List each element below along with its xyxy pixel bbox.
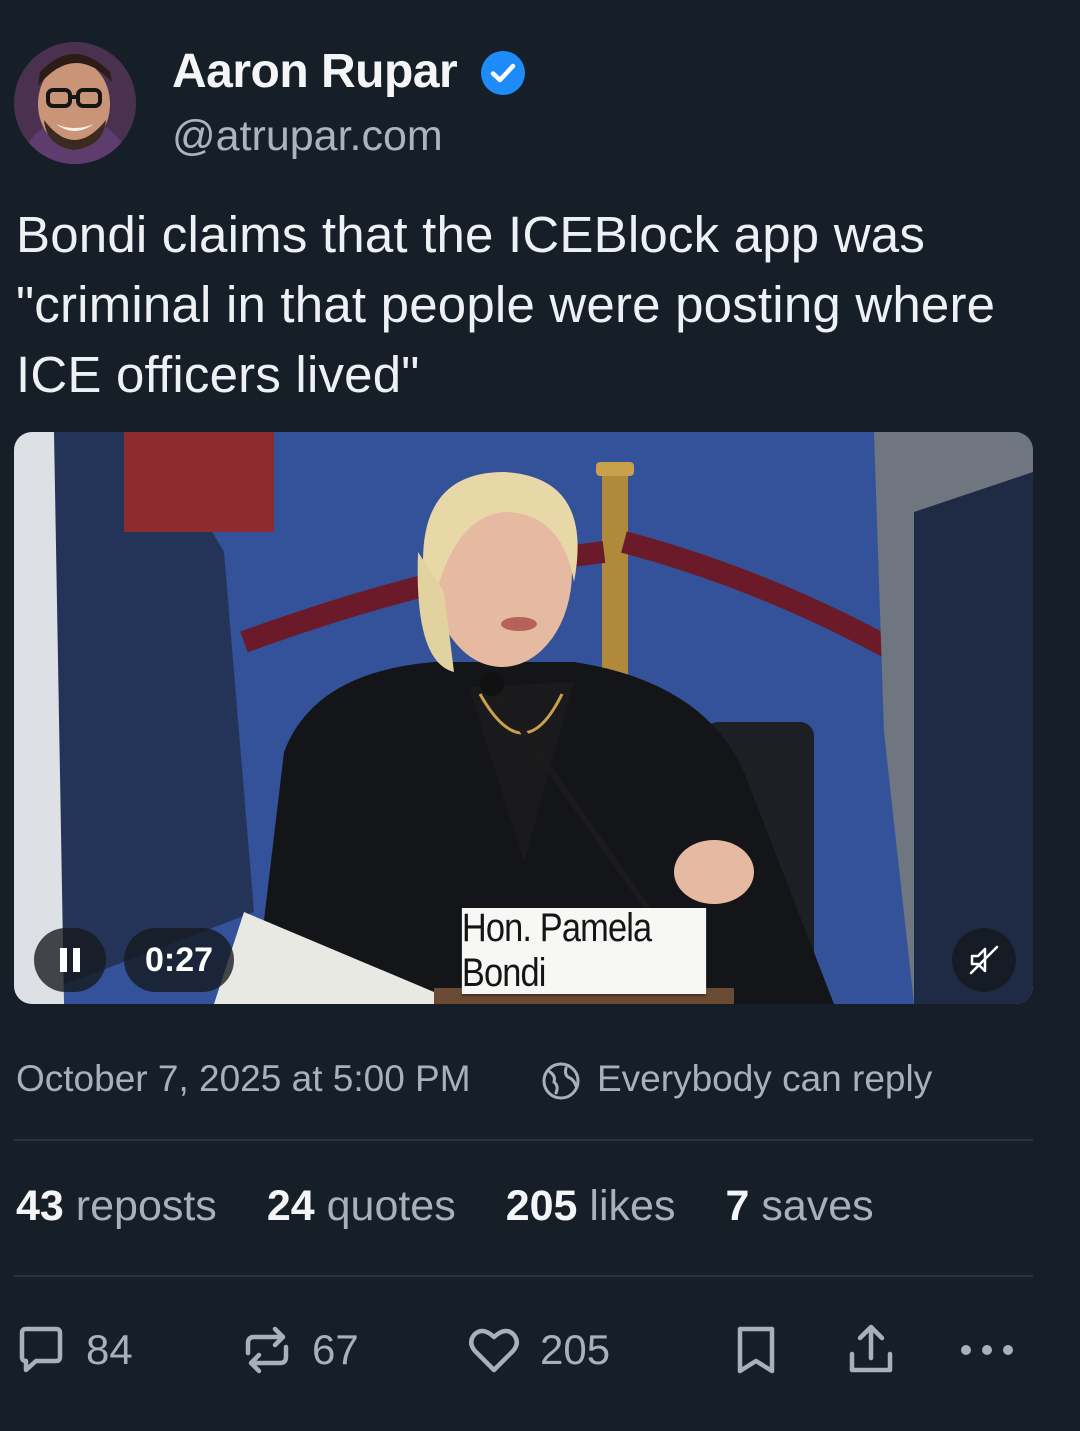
bookmark-icon bbox=[737, 1326, 775, 1374]
saves-label: saves bbox=[761, 1182, 874, 1230]
video-nameplate: Hon. Pamela Bondi bbox=[461, 906, 707, 995]
reposts-count: 43 bbox=[16, 1182, 64, 1230]
like-count: 205 bbox=[540, 1326, 611, 1373]
author-name[interactable]: Aaron Rupar bbox=[172, 44, 458, 99]
video-player[interactable]: Hon. Pamela Bondi 0:27 bbox=[14, 432, 1033, 1004]
reposts-label: reposts bbox=[75, 1182, 217, 1230]
engagement-stats: 43 reposts 24 quotes 205 likes 7 saves bbox=[16, 1182, 924, 1231]
more-icon bbox=[961, 1345, 1013, 1355]
quotes-label: quotes bbox=[326, 1182, 456, 1230]
pause-button[interactable] bbox=[34, 928, 106, 992]
reply-icon bbox=[19, 1326, 63, 1373]
likes-label: likes bbox=[589, 1182, 676, 1230]
bookmark-button[interactable] bbox=[730, 1320, 782, 1380]
reply-setting: Everybody can reply bbox=[597, 1058, 933, 1099]
post-timestamp[interactable]: October 7, 2025 at 5:00 PM bbox=[16, 1058, 471, 1100]
stat-saves[interactable]: 7 saves bbox=[725, 1182, 873, 1231]
saves-count: 7 bbox=[725, 1182, 750, 1230]
pause-icon bbox=[60, 948, 80, 972]
divider bbox=[14, 1275, 1033, 1277]
mute-icon bbox=[969, 945, 999, 975]
stat-reposts[interactable]: 43 reposts bbox=[16, 1182, 217, 1231]
likes-count: 205 bbox=[505, 1182, 578, 1230]
more-options-button[interactable] bbox=[956, 1320, 1018, 1380]
video-timestamp: 0:27 bbox=[124, 928, 234, 992]
mute-button[interactable] bbox=[952, 928, 1016, 992]
post-text: Bondi claims that the ICEBlock app was "… bbox=[16, 206, 996, 403]
author-avatar[interactable] bbox=[14, 42, 136, 164]
globe-icon bbox=[540, 1060, 582, 1102]
divider bbox=[14, 1139, 1033, 1141]
share-icon bbox=[849, 1324, 893, 1373]
verified-badge-icon bbox=[480, 50, 526, 96]
repost-count: 67 bbox=[312, 1326, 359, 1373]
share-button[interactable] bbox=[844, 1320, 898, 1380]
like-icon bbox=[469, 1328, 519, 1373]
reply-count: 84 bbox=[86, 1326, 133, 1373]
author-handle[interactable]: @atrupar.com bbox=[172, 112, 443, 161]
repost-icon bbox=[245, 1326, 289, 1374]
stat-quotes[interactable]: 24 quotes bbox=[267, 1182, 456, 1231]
repost-button[interactable]: 67 bbox=[240, 1320, 359, 1380]
quotes-count: 24 bbox=[266, 1182, 315, 1230]
stat-likes[interactable]: 205 likes bbox=[506, 1182, 676, 1231]
reply-button[interactable]: 84 bbox=[14, 1320, 133, 1380]
like-button[interactable]: 205 bbox=[466, 1320, 610, 1380]
